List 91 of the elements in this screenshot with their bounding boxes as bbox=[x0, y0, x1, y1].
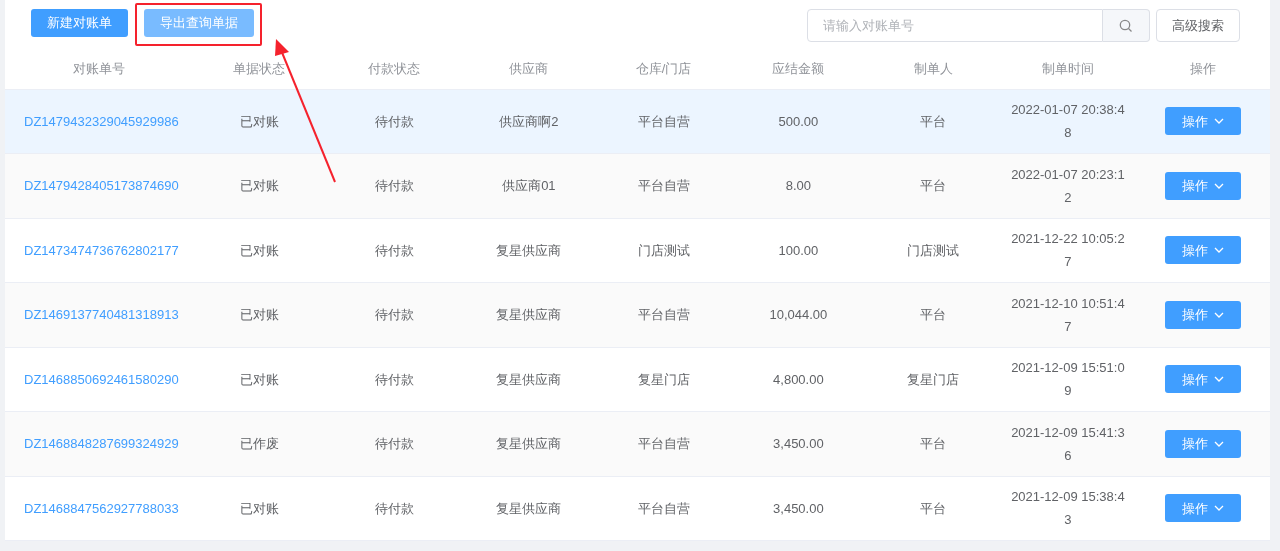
table-cell: 已对账 bbox=[239, 307, 279, 322]
table-row[interactable]: DZ1468848287699324929 已作废 待付款 复星供应商 平台自营 3,450.00 平台 2021-12-09 15:41:36 操作 bbox=[5, 411, 1270, 476]
table-cell: 平台自营 bbox=[637, 436, 690, 451]
column-header: 制单人 bbox=[913, 60, 953, 76]
table-row[interactable]: DZ1479432329045929986 已对账 待付款 供应商啊2 平台自营 500.00 平台 2022-01-07 20:38:48 操作 bbox=[5, 89, 1270, 154]
table-cell: 已对账 bbox=[239, 113, 279, 129]
column-header: 制单时间 bbox=[1041, 60, 1094, 76]
column-header: 操作 bbox=[1189, 60, 1216, 76]
table-row[interactable]: DZ1473474736762802177 已对账 待付款 复星供应商 门店测试 100.00 门店测试 2021-12-22 10:05:27 操作 bbox=[5, 218, 1270, 283]
search-field[interactable]: 请输入对账单号 bbox=[806, 9, 1103, 42]
table-cell: 平台自营 bbox=[637, 113, 690, 129]
table-cell-text: 2021-12-09 15:51:09 bbox=[1010, 359, 1126, 401]
table-cell: 500.00 bbox=[778, 113, 819, 129]
column-header: 单据状态 bbox=[233, 60, 286, 76]
table-cell: 待付款 bbox=[374, 436, 414, 451]
table-cell: 已对账 bbox=[239, 371, 279, 387]
table-cell: 平台 bbox=[920, 307, 947, 322]
action-button[interactable]: 操作 bbox=[1164, 365, 1241, 394]
table-cell: 平台自营 bbox=[637, 500, 690, 516]
table-cell: 3,450.00 bbox=[773, 436, 824, 451]
table-cell-text: 2021-12-22 10:05:27 bbox=[1010, 230, 1126, 272]
table-cell: 平台 bbox=[920, 113, 947, 129]
table-cell: 复星门店 bbox=[907, 371, 960, 387]
caret-icon bbox=[1213, 182, 1224, 189]
action-button[interactable]: 操作 bbox=[1164, 429, 1241, 458]
column-header: 付款状态 bbox=[368, 60, 421, 76]
table-cell: 已对账 bbox=[239, 178, 279, 193]
caret-icon bbox=[1213, 247, 1224, 254]
new-statement-button[interactable]: 新建对账单 bbox=[31, 9, 128, 37]
table-row[interactable]: DZ1468850692461580290 已对账 待付款 复星供应商 复星门店 4,800.00 复星门店 2021-12-09 15:51:09 操作 bbox=[5, 347, 1270, 412]
table-cell: 待付款 bbox=[374, 178, 414, 193]
table-cell: 复星供应商 bbox=[496, 500, 562, 516]
table-cell: 复星供应商 bbox=[496, 436, 562, 451]
table-cell: 待付款 bbox=[374, 371, 414, 387]
table-cell: 待付款 bbox=[374, 500, 414, 516]
table-cell: 供应商啊2 bbox=[499, 113, 559, 129]
table-cell: 门店测试 bbox=[637, 242, 690, 258]
caret-icon bbox=[1213, 118, 1224, 125]
table-cell: 平台 bbox=[920, 500, 947, 516]
table-cell: 平台 bbox=[920, 178, 947, 193]
table-cell-text: 2021-12-09 15:38:43 bbox=[1010, 488, 1126, 530]
table-cell: 复星供应商 bbox=[496, 242, 562, 258]
table-cell-text: 2021-12-10 10:51:47 bbox=[1010, 294, 1126, 336]
table-cell: 复星供应商 bbox=[496, 307, 562, 322]
column-header: 应结金额 bbox=[772, 60, 825, 76]
table-cell-text: 2022-01-07 20:23:12 bbox=[1010, 165, 1126, 207]
action-button[interactable]: 操作 bbox=[1164, 107, 1241, 136]
table-cell: 10,044.00 bbox=[769, 307, 828, 322]
statement-link[interactable]: DZ1468848287699324929 bbox=[24, 436, 179, 451]
action-button[interactable]: 操作 bbox=[1164, 236, 1241, 265]
table-row[interactable]: DZ1468847562927788033 已对账 待付款 复星供应商 平台自营 3,450.00 平台 2021-12-09 15:38:43 操作 bbox=[5, 476, 1270, 541]
table-cell: 待付款 bbox=[374, 113, 414, 129]
statement-link[interactable]: DZ1473474736762802177 bbox=[24, 242, 179, 258]
table-cell: 100.00 bbox=[778, 242, 819, 258]
table-cell-text: 2021-12-09 15:41:36 bbox=[1010, 423, 1126, 465]
caret-icon bbox=[1213, 311, 1224, 318]
table-cell: 平台 bbox=[920, 436, 947, 451]
table-cell-text: 2022-01-07 20:38:48 bbox=[1010, 101, 1126, 143]
table-cell: 平台自营 bbox=[637, 307, 690, 322]
table-cell: 已作废 bbox=[239, 436, 279, 451]
export-button[interactable]: 导出查询单据 bbox=[144, 9, 254, 37]
table-cell: 复星门店 bbox=[637, 371, 690, 387]
statement-link[interactable]: DZ1469137740481318913 bbox=[24, 307, 179, 322]
table-cell: 待付款 bbox=[374, 307, 414, 322]
table-cell: 门店测试 bbox=[907, 242, 960, 258]
table-row[interactable]: DZ1469137740481318913 已对账 待付款 复星供应商 平台自营 10,044.00 平台 2021-12-10 10:51:47 操作 bbox=[5, 282, 1270, 347]
table-cell: 3,450.00 bbox=[773, 500, 824, 516]
table-cell: 供应商01 bbox=[502, 178, 556, 193]
caret-icon bbox=[1213, 505, 1224, 512]
search-icon bbox=[1118, 18, 1133, 33]
table-cell: 已对账 bbox=[239, 500, 279, 516]
action-button[interactable]: 操作 bbox=[1164, 300, 1241, 329]
statement-link[interactable]: DZ1479428405173874690 bbox=[24, 178, 179, 193]
table-row[interactable]: DZ1479428405173874690 已对账 待付款 供应商01 平台自营 8.00 平台 2022-01-07 20:23:12 操作 bbox=[5, 153, 1270, 218]
column-header: 对账单号 bbox=[72, 60, 125, 76]
action-button[interactable]: 操作 bbox=[1164, 171, 1241, 200]
advanced-search-button[interactable]: 高级搜索 bbox=[1156, 9, 1240, 42]
table-cell: 4,800.00 bbox=[773, 371, 824, 387]
table-cell: 8.00 bbox=[785, 178, 812, 193]
column-header: 供应商 bbox=[509, 60, 549, 76]
caret-icon bbox=[1213, 376, 1224, 383]
statement-link[interactable]: DZ1468850692461580290 bbox=[24, 371, 179, 387]
table-cell: 平台自营 bbox=[637, 178, 690, 193]
statement-link[interactable]: DZ1468847562927788033 bbox=[24, 500, 179, 516]
column-header: 仓库/门店 bbox=[635, 60, 692, 76]
search-button[interactable] bbox=[1102, 9, 1150, 42]
table-cell: 已对账 bbox=[239, 242, 279, 258]
caret-icon bbox=[1213, 440, 1224, 447]
action-button[interactable]: 操作 bbox=[1164, 494, 1241, 523]
table-cell: 复星供应商 bbox=[496, 371, 562, 387]
table-cell: 待付款 bbox=[374, 242, 414, 258]
